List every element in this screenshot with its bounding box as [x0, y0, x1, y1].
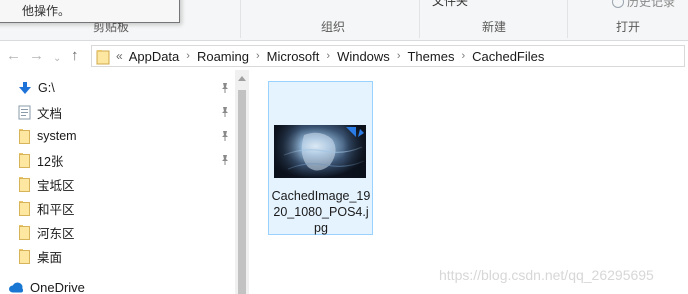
ribbon-group-organize: 组织: [321, 20, 346, 34]
up-button[interactable]: ↑: [71, 47, 79, 65]
breadcrumb-separator-icon[interactable]: ›: [256, 50, 260, 62]
recent-locations-chevron-icon[interactable]: ⌄: [53, 50, 61, 68]
ribbon-group-new: 新建: [482, 20, 507, 34]
ribbon-separator: [567, 0, 568, 38]
history-label: 历史记录: [627, 0, 676, 9]
history-button[interactable]: 历史记录: [612, 0, 675, 10]
breadcrumb-themes[interactable]: Themes: [407, 49, 454, 64]
sidebar-item-hedong[interactable]: 河东区: [0, 220, 236, 244]
sidebar-item-label: 和平区: [37, 202, 75, 217]
sidebar-scrollbar[interactable]: [235, 70, 249, 294]
sidebar-item-label: 河东区: [37, 226, 75, 241]
breadcrumb-microsoft[interactable]: Microsoft: [267, 49, 320, 64]
pin-icon[interactable]: [219, 82, 231, 94]
sidebar-item-label: 12张: [37, 154, 64, 169]
breadcrumb-windows[interactable]: Windows: [337, 49, 390, 64]
breadcrumb-roaming[interactable]: Roaming: [197, 49, 249, 64]
ribbon-separator: [240, 0, 241, 38]
image-thumbnail: [274, 125, 366, 178]
tooltip-text: 他操作。: [22, 4, 71, 18]
pin-icon[interactable]: [219, 130, 231, 142]
sidebar-item-label: OneDrive: [30, 279, 85, 294]
sidebar-item-label: system: [37, 129, 77, 143]
download-arrow-icon: [19, 82, 31, 94]
pin-icon[interactable]: [219, 154, 231, 166]
breadcrumb-cachedfiles[interactable]: CachedFiles: [472, 49, 544, 64]
file-name: CachedImage_1920_1080_POS4.jpg: [271, 189, 371, 235]
history-icon: [612, 0, 624, 8]
sidebar-item-label: 桌面: [37, 250, 63, 265]
sidebar-item-system[interactable]: system: [0, 124, 236, 148]
sidebar-item-label: 宝坻区: [37, 178, 75, 193]
sidebar-item-g-drive[interactable]: G:\: [0, 76, 236, 100]
pin-icon[interactable]: [219, 106, 231, 118]
folder-icon: [19, 200, 31, 216]
breadcrumb-separator-icon[interactable]: ›: [186, 50, 190, 62]
sidebar-item-label: G:\: [38, 81, 55, 95]
sidebar-item-onedrive[interactable]: OneDrive: [0, 275, 236, 294]
ribbon-separator: [419, 0, 420, 38]
breadcrumb-separator-icon[interactable]: ›: [326, 50, 330, 62]
tooltip: 他操作。: [0, 0, 180, 23]
sidebar-item-documents[interactable]: 文档: [0, 100, 236, 124]
file-explorer-window: 文件夹 历史记录 剪贴板 组织 新建 打开 他操作。 ← → ⌄ ↑ « App…: [0, 0, 688, 294]
sidebar-item-12zhang[interactable]: 12张: [0, 148, 236, 172]
file-item[interactable]: CachedImage_1920_1080_POS4.jpg: [268, 81, 373, 235]
folder-icon: [19, 128, 31, 144]
sidebar-item-label: 文档: [37, 106, 63, 121]
overflow-chevron-icon[interactable]: «: [116, 49, 123, 63]
watermark: https://blog.csdn.net/qq_26295695: [439, 267, 654, 283]
folder-icon: [96, 49, 110, 65]
document-icon: [18, 105, 31, 119]
scroll-thumb[interactable]: [238, 90, 246, 294]
folder-icon: [19, 224, 31, 240]
navigation-pane: G:\ 文档 system 12张 宝坻区 和平区 河东区 桌面 OneDriv…: [0, 70, 250, 294]
folder-icon: [19, 176, 31, 192]
sidebar-item-desktop[interactable]: 桌面: [0, 244, 236, 268]
sidebar-item-baodi[interactable]: 宝坻区: [0, 172, 236, 196]
ribbon-group-open: 打开: [616, 20, 641, 34]
cloud-icon: [9, 282, 23, 292]
scroll-up-arrow-icon[interactable]: [238, 76, 246, 81]
folder-icon: [19, 248, 31, 264]
breadcrumb-separator-icon[interactable]: ›: [461, 50, 465, 62]
address-bar[interactable]: « AppData › Roaming › Microsoft › Window…: [91, 45, 685, 67]
folder-icon: [19, 152, 31, 168]
forward-button[interactable]: →: [29, 47, 44, 65]
new-folder-label[interactable]: 文件夹: [432, 0, 468, 9]
breadcrumb-separator-icon[interactable]: ›: [397, 50, 401, 62]
back-button[interactable]: ←: [6, 47, 21, 65]
sidebar-item-heping[interactable]: 和平区: [0, 196, 236, 220]
breadcrumb-appdata[interactable]: AppData: [129, 49, 180, 64]
